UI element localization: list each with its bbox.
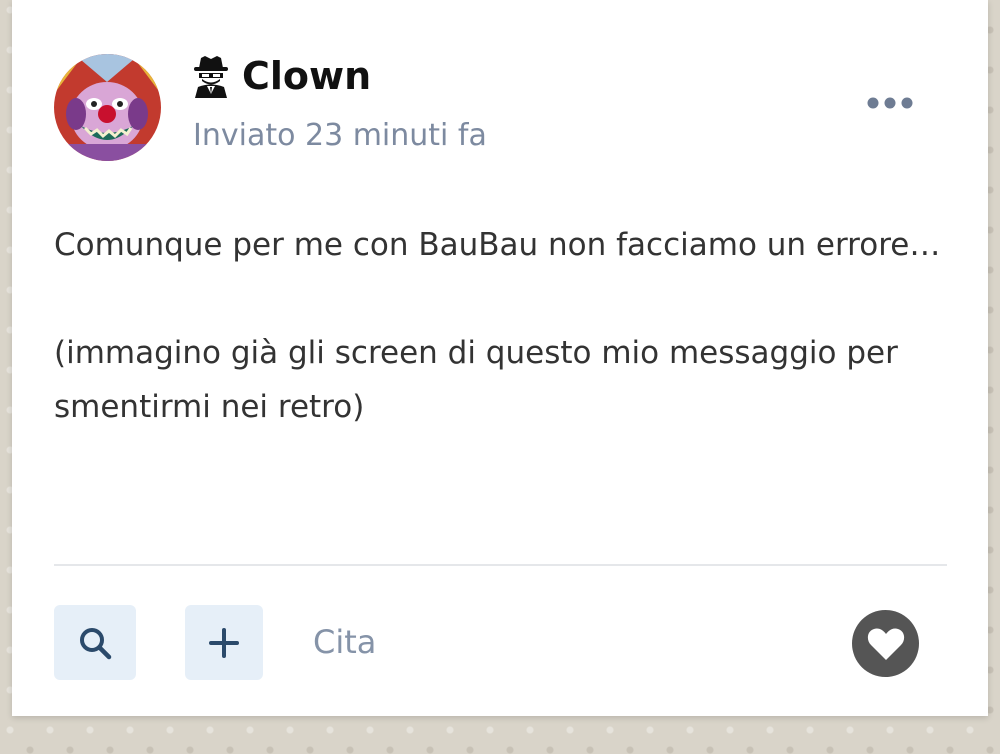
post-body: Comunque per me con BauBau non facciamo …	[54, 218, 954, 434]
more-horizontal-icon	[867, 97, 913, 109]
author-row: Clown	[192, 52, 371, 100]
post-paragraph: Comunque per me con BauBau non facciamo …	[54, 227, 941, 263]
spy-icon	[192, 54, 230, 98]
post-timestamp: Inviato 23 minuti fa	[193, 118, 487, 153]
avatar[interactable]	[54, 54, 161, 161]
author-name[interactable]: Clown	[242, 52, 371, 100]
post-card: Clown Inviato 23 minuti fa Comunque per …	[12, 0, 988, 716]
divider	[54, 564, 947, 566]
clown-avatar-image	[54, 54, 161, 161]
heart-icon	[867, 628, 904, 660]
like-button[interactable]	[852, 610, 919, 677]
search-button[interactable]	[54, 605, 136, 680]
more-options-button[interactable]	[860, 84, 920, 122]
add-button[interactable]	[185, 605, 263, 680]
post-paragraph: (immagino già gli screen di questo mio m…	[54, 335, 898, 425]
search-icon	[80, 627, 112, 659]
quote-button[interactable]: Cita	[313, 620, 376, 664]
plus-icon	[209, 627, 239, 658]
